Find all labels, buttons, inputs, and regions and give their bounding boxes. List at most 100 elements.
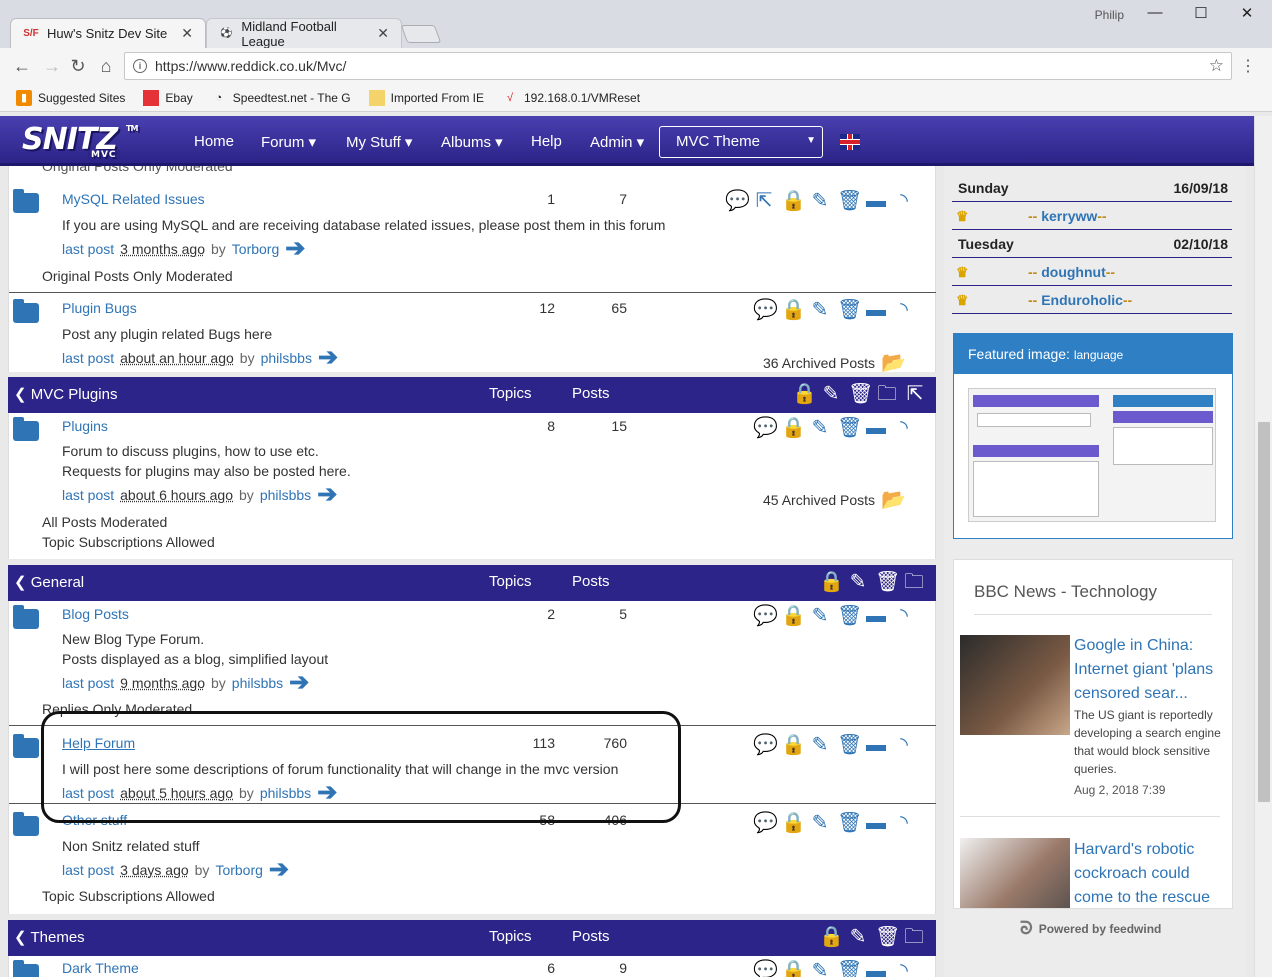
bookmark-imported-ie[interactable]: Imported From IE [368,89,484,106]
bookmark-ebay[interactable]: Ebay [143,89,193,106]
lock-icon[interactable]: 🔒 [781,812,806,834]
trash-icon[interactable]: 🗑 [837,605,862,627]
edit-icon[interactable]: ✎ [809,417,831,439]
news-thumbnail[interactable] [960,635,1070,735]
rss-icon[interactable]: ◝ [893,299,915,321]
comment-icon[interactable]: 💬 [753,734,778,756]
bookmark-vmreset[interactable]: √ 192.168.0.1/VMReset [502,90,640,106]
nav-forum[interactable]: Forum ▾ [261,133,316,151]
forum-title[interactable]: MySQL Related Issues [62,191,205,207]
new-tab-button[interactable] [400,25,442,43]
rss-icon[interactable]: ◝ [893,605,915,627]
folder-icon[interactable]: 🗀 [876,383,898,405]
archive-icon[interactable]: ▬ [865,299,887,321]
archive-icon[interactable]: ▬ [865,734,887,756]
trash-icon[interactable]: 🗑 [875,571,900,593]
folder-icon[interactable]: 🗀 [903,571,925,593]
minimize-icon[interactable]: — [1140,4,1170,26]
share-icon[interactable]: ⇱ [753,190,775,212]
forum-title[interactable]: Plugins [62,418,108,434]
home-icon[interactable]: ⌂ [94,54,118,78]
trash-icon[interactable]: 🗑 [837,417,862,439]
trash-icon[interactable]: 🗑 [837,190,862,212]
edit-icon[interactable]: ✎ [847,571,869,593]
info-icon[interactable]: i [133,59,147,73]
lock-icon[interactable]: 🔒 [781,299,806,321]
archived-posts[interactable]: 45 Archived Posts 📂 [763,487,906,512]
edit-icon[interactable]: ✎ [847,926,869,948]
forward-icon[interactable]: → [40,54,64,78]
trash-icon[interactable]: 🗑 [837,734,862,756]
news-title[interactable]: Harvard's robotic cockroach could come t… [1074,838,1224,908]
arrow-right-icon[interactable]: ➔ [285,237,305,261]
nav-admin[interactable]: Admin ▾ [590,133,644,151]
lock-icon[interactable]: 🔒 [781,734,806,756]
comment-icon[interactable]: 💬 [753,812,778,834]
nav-help[interactable]: Help [531,133,562,150]
featured-image-thumbnail[interactable] [968,388,1216,522]
archive-icon[interactable]: ▬ [865,417,887,439]
lock-icon[interactable]: 🔒 [781,190,806,212]
page-scrollbar[interactable] [1254,116,1272,977]
comment-icon[interactable]: 💬 [753,299,778,321]
close-tab-icon[interactable]: ✕ [181,25,193,42]
archived-posts[interactable]: 36 Archived Posts 📂 [763,350,906,375]
forum-title[interactable]: Blog Posts [62,606,129,622]
edit-icon[interactable]: ✎ [809,812,831,834]
nav-my-stuff[interactable]: My Stuff ▾ [346,133,412,151]
lock-icon[interactable]: 🔒 [781,605,806,627]
powered-by[interactable]: ᘐ Powered by feedwind [1020,918,1161,939]
edit-icon[interactable]: ✎ [809,190,831,212]
edit-icon[interactable]: ✎ [809,605,831,627]
rss-icon[interactable]: ◝ [893,417,915,439]
browser-tab-snitz[interactable]: S/F Huw's Snitz Dev Site ✕ [10,18,206,48]
trash-icon[interactable]: 🗑 [875,926,900,948]
comment-icon[interactable]: 💬 [725,190,750,212]
edit-icon[interactable]: ✎ [809,299,831,321]
trash-icon[interactable]: 🗑 [837,960,862,977]
archive-icon[interactable]: ▬ [865,190,887,212]
trash-icon[interactable]: 🗑 [837,812,862,834]
rss-icon[interactable]: ◝ [893,190,915,212]
forum-title[interactable]: Dark Theme [62,960,139,976]
uk-flag-icon[interactable] [840,134,860,150]
archive-icon[interactable]: ▬ [865,960,887,977]
edit-icon[interactable]: ✎ [820,383,842,405]
lock-icon[interactable]: 🔒 [781,960,806,977]
edit-icon[interactable]: ✎ [809,734,831,756]
theme-select[interactable]: MVC Theme ▼ [659,126,823,158]
profile-name[interactable]: Philip [1095,8,1124,22]
nav-albums[interactable]: Albums ▾ [441,133,503,151]
bookmark-speedtest[interactable]: ◔ Speedtest.net - The G [211,90,350,106]
scrollbar-thumb[interactable] [1258,422,1270,802]
nav-home[interactable]: Home [194,133,234,150]
arrow-right-icon[interactable]: ➔ [318,346,338,370]
trash-icon[interactable]: 🗑 [837,299,862,321]
arrow-right-icon[interactable]: ➔ [317,483,337,507]
snitz-logo[interactable]: SNITZ MVC TM [22,122,138,160]
folder-icon[interactable]: 🗀 [903,926,925,948]
reload-icon[interactable]: ↻ [66,54,90,78]
browser-tab-midland[interactable]: ⚽ Midland Football League ✕ [206,18,402,49]
comment-icon[interactable]: 💬 [753,417,778,439]
lock-icon[interactable]: 🔒 [819,926,844,948]
chevron-left-icon[interactable]: ❮ [14,574,27,591]
comment-icon[interactable]: 💬 [753,960,778,977]
bookmark-suggested-sites[interactable]: ▮ Suggested Sites [16,89,125,106]
rss-icon[interactable]: ◝ [893,960,915,977]
chevron-left-icon[interactable]: ❮ [14,929,27,946]
trash-icon[interactable]: 🗑 [848,383,873,405]
archive-icon[interactable]: ▬ [865,605,887,627]
chevron-left-icon[interactable]: ❮ [14,386,27,403]
news-title[interactable]: Google in China: Internet giant 'plans c… [1074,634,1224,706]
browser-menu-icon[interactable]: ⋮ [1240,56,1256,76]
maximize-icon[interactable]: ☐ [1186,4,1216,26]
close-tab-icon[interactable]: ✕ [377,25,389,42]
lock-icon[interactable]: 🔒 [781,417,806,439]
share-icon[interactable]: ⇱ [904,383,926,405]
url-input[interactable]: i https://www.reddick.co.uk/Mvc/ [124,52,1232,80]
back-icon[interactable]: ← [10,54,34,78]
arrow-right-icon[interactable]: ➔ [289,671,309,695]
rss-icon[interactable]: ◝ [893,812,915,834]
close-window-icon[interactable]: ✕ [1232,4,1262,26]
